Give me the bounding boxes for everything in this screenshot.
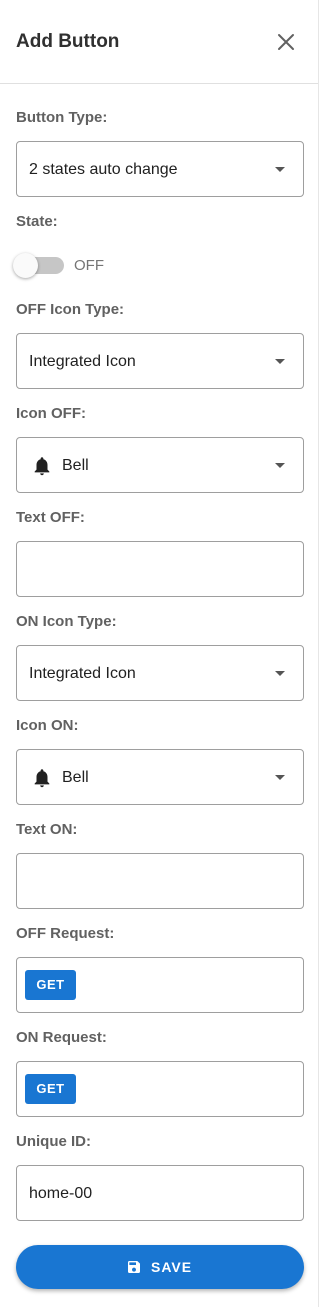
on-request-field[interactable]: GET: [16, 1061, 304, 1117]
button-type-value: 2 states auto change: [29, 161, 178, 178]
dialog-header: Add Button: [0, 0, 318, 84]
off-request-method-button[interactable]: GET: [25, 970, 76, 1000]
on-icon-type-label: ON Icon Type:: [16, 613, 117, 630]
chevron-down-icon: [275, 671, 285, 676]
icon-on-value: Bell: [62, 769, 89, 786]
text-off-input[interactable]: [16, 541, 304, 597]
close-button[interactable]: [272, 28, 300, 56]
chevron-down-icon: [275, 463, 285, 468]
button-type-label: Button Type:: [16, 109, 108, 126]
state-value: OFF: [74, 257, 104, 274]
toggle-thumb: [13, 253, 38, 278]
off-request-label: OFF Request:: [16, 925, 115, 942]
bell-icon: [34, 769, 50, 788]
unique-id-value: home-00: [29, 1185, 93, 1202]
icon-on-label: Icon ON:: [16, 717, 79, 734]
save-button-label: SAVE: [151, 1259, 193, 1275]
save-button[interactable]: SAVE: [16, 1245, 304, 1289]
chevron-down-icon: [275, 167, 285, 172]
off-icon-type-value: Integrated Icon: [29, 353, 136, 370]
on-icon-type-value: Integrated Icon: [29, 665, 136, 682]
button-type-select[interactable]: 2 states auto change: [16, 141, 304, 197]
chevron-down-icon: [275, 775, 285, 780]
icon-off-label: Icon OFF:: [16, 405, 86, 422]
off-icon-type-select[interactable]: Integrated Icon: [16, 333, 304, 389]
unique-id-input[interactable]: home-00: [16, 1165, 304, 1221]
close-icon: [278, 34, 294, 50]
state-toggle[interactable]: OFF: [13, 252, 106, 280]
unique-id-label: Unique ID:: [16, 1133, 91, 1150]
off-icon-type-label: OFF Icon Type:: [16, 301, 125, 318]
icon-off-select[interactable]: Bell: [16, 437, 304, 493]
off-request-field[interactable]: GET: [16, 957, 304, 1013]
icon-off-value: Bell: [62, 457, 89, 474]
state-label: State:: [16, 213, 58, 230]
text-on-input[interactable]: [16, 853, 304, 909]
chevron-down-icon: [275, 359, 285, 364]
on-icon-type-select[interactable]: Integrated Icon: [16, 645, 304, 701]
text-on-label: Text ON:: [16, 821, 78, 838]
text-off-label: Text OFF:: [16, 509, 85, 526]
add-button-panel: Add Button Button Type: 2 states auto ch…: [0, 0, 319, 1307]
on-request-label: ON Request:: [16, 1029, 107, 1046]
dialog-title: Add Button: [16, 31, 120, 52]
bell-icon: [34, 457, 50, 476]
save-icon: [128, 1261, 140, 1273]
icon-on-select[interactable]: Bell: [16, 749, 304, 805]
on-request-method-button[interactable]: GET: [25, 1074, 76, 1104]
